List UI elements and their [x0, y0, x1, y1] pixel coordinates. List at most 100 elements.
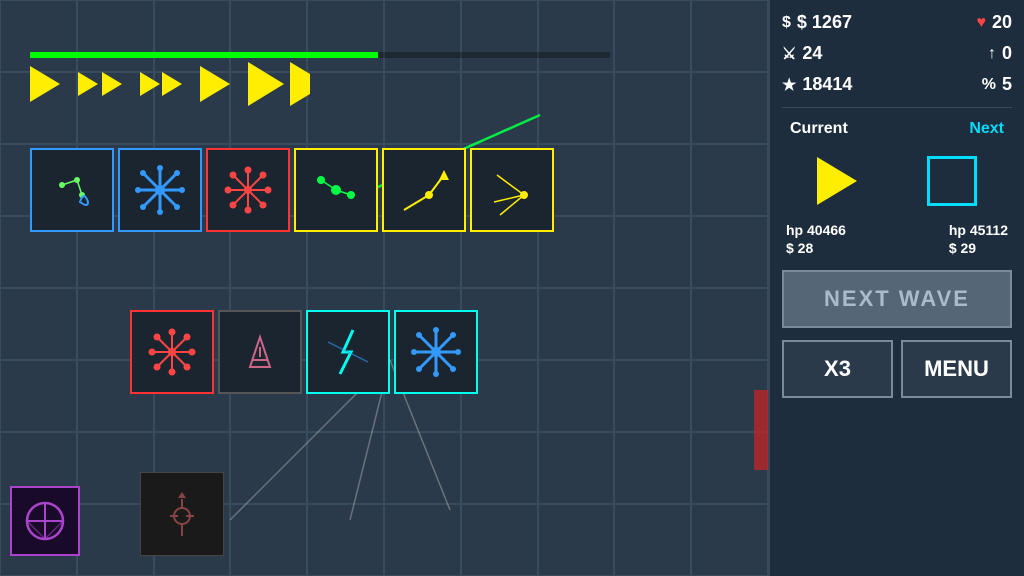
grid-cell: [307, 504, 384, 576]
stats-row-1: $ $ 1267 ♥ 20: [782, 10, 1012, 35]
sword-value: 24: [802, 43, 822, 64]
money-icon: $: [782, 14, 791, 32]
percent-value: 5: [1002, 74, 1012, 95]
star-stat: ★ 18414: [782, 74, 852, 95]
grid-cell: [538, 360, 615, 432]
grid-cell: [614, 360, 691, 432]
grid-cell: [307, 0, 384, 72]
money-stat: $ $ 1267: [782, 12, 852, 33]
right-panel: $ $ 1267 ♥ 20 ⚔ 24 ↑ 0 ★ 18414 % 5 Curre…: [768, 0, 1024, 576]
grid-cell: [0, 288, 77, 360]
star-value: 18414: [802, 74, 852, 95]
next-hp: hp 45112: [949, 222, 1008, 238]
grid-cell: [614, 72, 691, 144]
tower-snowflake-cyan[interactable]: [394, 310, 478, 394]
progress-fill: [30, 52, 378, 58]
arrow-value: 0: [1002, 43, 1012, 64]
grid-cell: [461, 504, 538, 576]
grid-cell: [461, 0, 538, 72]
next-price: $ 29: [949, 240, 1008, 256]
grid-cell: [691, 0, 768, 72]
enemy-group-double: [78, 72, 122, 96]
current-enemy-icon: [817, 157, 857, 205]
sword-icon: ⚔: [782, 44, 796, 64]
tower-starburst-red[interactable]: [206, 148, 290, 232]
grid-cell: [307, 432, 384, 504]
enemy-triangle-5a: [248, 62, 284, 106]
grid-cell: [230, 432, 307, 504]
hp-price-row: hp 40466 $ 28 hp 45112 $ 29: [782, 222, 1012, 256]
star-icon: ★: [782, 75, 796, 95]
current-price: $ 28: [786, 240, 846, 256]
bottom-buttons: X3 MENU: [782, 340, 1012, 398]
grid-cell: [538, 504, 615, 576]
next-label: Next: [969, 120, 1004, 138]
enemy-triangle-2a: [78, 72, 98, 96]
tower-beam[interactable]: [470, 148, 554, 232]
arrow-icon: ↑: [988, 45, 996, 63]
grid-cell: [614, 432, 691, 504]
enemy-triangle-1: [30, 66, 60, 102]
crosshair-tower[interactable]: [10, 486, 80, 556]
tower-arrow-shooter[interactable]: [382, 148, 466, 232]
grid-cell: [691, 288, 768, 360]
tower-lightning[interactable]: [306, 310, 390, 394]
grid-cell: [538, 72, 615, 144]
stats-row-2: ⚔ 24 ↑ 0: [782, 41, 1012, 66]
health-value: 20: [992, 12, 1012, 33]
grid-cell: [461, 72, 538, 144]
x3-button[interactable]: X3: [782, 340, 893, 398]
tower-row-2: [130, 310, 478, 394]
tower-empty-1[interactable]: [218, 310, 302, 394]
enemy-triangle-2b: [102, 72, 122, 96]
percent-stat: % 5: [982, 74, 1012, 95]
heart-icon: ♥: [976, 14, 986, 32]
money-value: $ 1267: [797, 12, 852, 33]
sword-stat: ⚔ 24: [782, 43, 822, 64]
percent-icon: %: [982, 76, 996, 94]
current-stats-col: hp 40466 $ 28: [786, 222, 846, 256]
divider-1: [782, 107, 1012, 108]
grid-cell: [384, 432, 461, 504]
grid-cell: [307, 72, 384, 144]
health-stat: ♥ 20: [976, 12, 1012, 33]
next-stats-col: hp 45112 $ 29: [949, 222, 1008, 256]
enemy-triangle-3a: [140, 72, 160, 96]
grid-cell: [614, 288, 691, 360]
grid-cell: [384, 504, 461, 576]
tower-starburst-red-2[interactable]: [130, 310, 214, 394]
stats-row-3: ★ 18414 % 5: [782, 72, 1012, 97]
enemy-row: [30, 62, 310, 106]
grid-cell: [538, 288, 615, 360]
enemy-triangle-3b: [162, 72, 182, 96]
grid-cell: [614, 0, 691, 72]
grid-cell: [230, 504, 307, 576]
bottom-left-area: [10, 486, 80, 556]
grid-cell: [614, 144, 691, 216]
grid-cell: [691, 216, 768, 288]
enemy-group-large: [248, 62, 310, 106]
progress-bar: [30, 52, 610, 58]
grid-cell: [0, 360, 77, 432]
game-area: // Inline grid generation document.curre…: [0, 0, 768, 576]
current-label: Current: [790, 120, 848, 138]
menu-button[interactable]: MENU: [901, 340, 1012, 398]
current-hp: hp 40466: [786, 222, 846, 238]
grid-cell: [614, 216, 691, 288]
tower-network[interactable]: [294, 148, 378, 232]
dark-tower[interactable]: [140, 472, 224, 556]
wave-preview: [782, 146, 1012, 216]
current-next-labels: Current Next: [782, 118, 1012, 140]
grid-cell: [384, 0, 461, 72]
grid-cell: [691, 72, 768, 144]
grid-cell: [691, 144, 768, 216]
grid-cell: [691, 504, 768, 576]
bottom-center-area: [140, 472, 224, 556]
tower-snowflake[interactable]: [118, 148, 202, 232]
grid-cell: [614, 504, 691, 576]
next-wave-button[interactable]: NEXT WAVE: [782, 270, 1012, 328]
enemy-triangle-4: [200, 66, 230, 102]
tower-row-1: [30, 148, 554, 232]
tower-water[interactable]: [30, 148, 114, 232]
next-enemy-icon: [927, 156, 977, 206]
